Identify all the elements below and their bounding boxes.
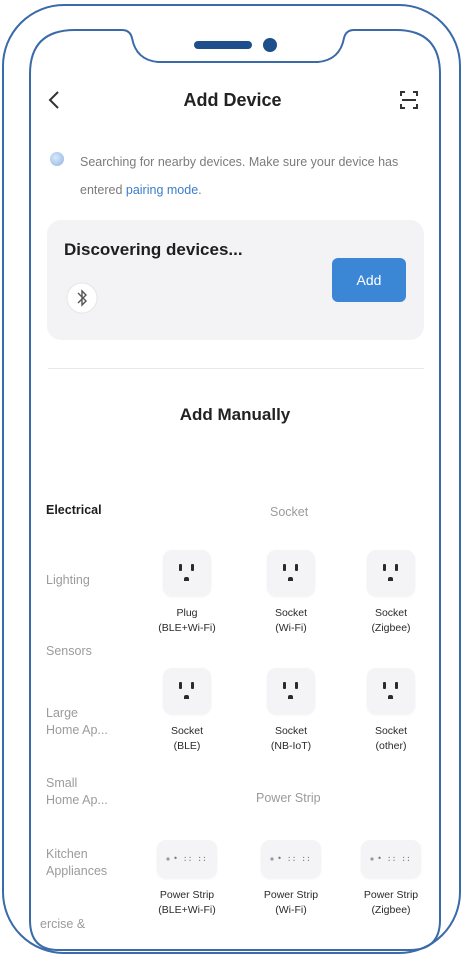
device-label: Socket (BLE) — [170, 725, 204, 752]
device-tile[interactable]: Plug (BLE+Wi-Fi) — [147, 550, 227, 636]
device-tile[interactable]: Socket (Wi-Fi) — [251, 550, 331, 636]
power-strip-icon: • :: :: — [361, 840, 421, 878]
category-small-home-appliances[interactable]: Small Home Ap... — [46, 775, 108, 809]
svg-text:• :: ::: • :: :: — [277, 854, 311, 863]
socket-icon — [267, 668, 315, 714]
svg-text:• :: ::: • :: :: — [377, 854, 411, 863]
category-sensors[interactable]: Sensors — [46, 643, 92, 660]
divider — [48, 368, 424, 369]
pairing-mode-link[interactable]: pairing mode — [126, 183, 198, 197]
device-label: Power Strip (BLE+Wi-Fi) — [158, 889, 216, 916]
device-label: Socket (Zigbee) — [371, 607, 411, 634]
scan-button[interactable] — [397, 88, 421, 112]
device-tile[interactable]: Socket (BLE) — [147, 668, 227, 754]
power-strip-icon: • :: :: — [261, 840, 321, 878]
device-tile[interactable]: • :: :: Power Strip (Zigbee) — [351, 840, 431, 918]
device-tile[interactable]: • :: :: Power Strip (BLE+Wi-Fi) — [147, 840, 227, 918]
group-title-power-strip: Power Strip — [256, 791, 321, 805]
search-hint: Searching for nearby devices. Make sure … — [80, 148, 425, 204]
device-label: Power Strip (Wi-Fi) — [263, 889, 319, 916]
group-title-socket: Socket — [270, 505, 309, 519]
device-label: Socket (other) — [374, 725, 408, 752]
svg-text:• :: ::: • :: :: — [173, 854, 207, 863]
socket-icon — [367, 668, 415, 714]
category-electrical[interactable]: Electrical — [46, 502, 102, 519]
add-manually-title: Add Manually — [179, 405, 291, 424]
add-button[interactable]: Add — [332, 258, 406, 302]
device-tile[interactable]: Socket (Zigbee) — [351, 550, 431, 636]
device-tile[interactable]: Socket (NB-IoT) — [251, 668, 331, 754]
socket-icon — [267, 550, 315, 596]
power-strip-icon: • :: :: — [157, 840, 217, 878]
category-large-home-appliances[interactable]: Large Home Ap... — [46, 705, 108, 739]
category-exercise[interactable]: ercise & — [40, 916, 85, 933]
bluetooth-icon — [66, 282, 98, 314]
discovering-title: Discovering devices... — [64, 240, 243, 259]
device-label: Plug (BLE+Wi-Fi) — [158, 607, 216, 634]
search-hint-suffix: . — [198, 183, 202, 197]
page-title: Add Device — [183, 90, 282, 110]
device-tile[interactable]: • :: :: Power Strip (Wi-Fi) — [251, 840, 331, 918]
socket-icon — [367, 550, 415, 596]
socket-icon — [163, 668, 211, 714]
socket-icon — [163, 550, 211, 596]
scan-icon — [400, 91, 418, 109]
category-kitchen-appliances[interactable]: Kitchen Appliances — [46, 846, 107, 880]
device-label: Power Strip (Zigbee) — [363, 889, 419, 916]
device-label: Socket (NB-IoT) — [270, 725, 312, 752]
info-dot-icon — [50, 152, 64, 166]
device-label: Socket (Wi-Fi) — [274, 607, 308, 634]
device-tile[interactable]: Socket (other) — [351, 668, 431, 754]
category-lighting[interactable]: Lighting — [46, 572, 90, 589]
screen-border — [29, 29, 441, 951]
